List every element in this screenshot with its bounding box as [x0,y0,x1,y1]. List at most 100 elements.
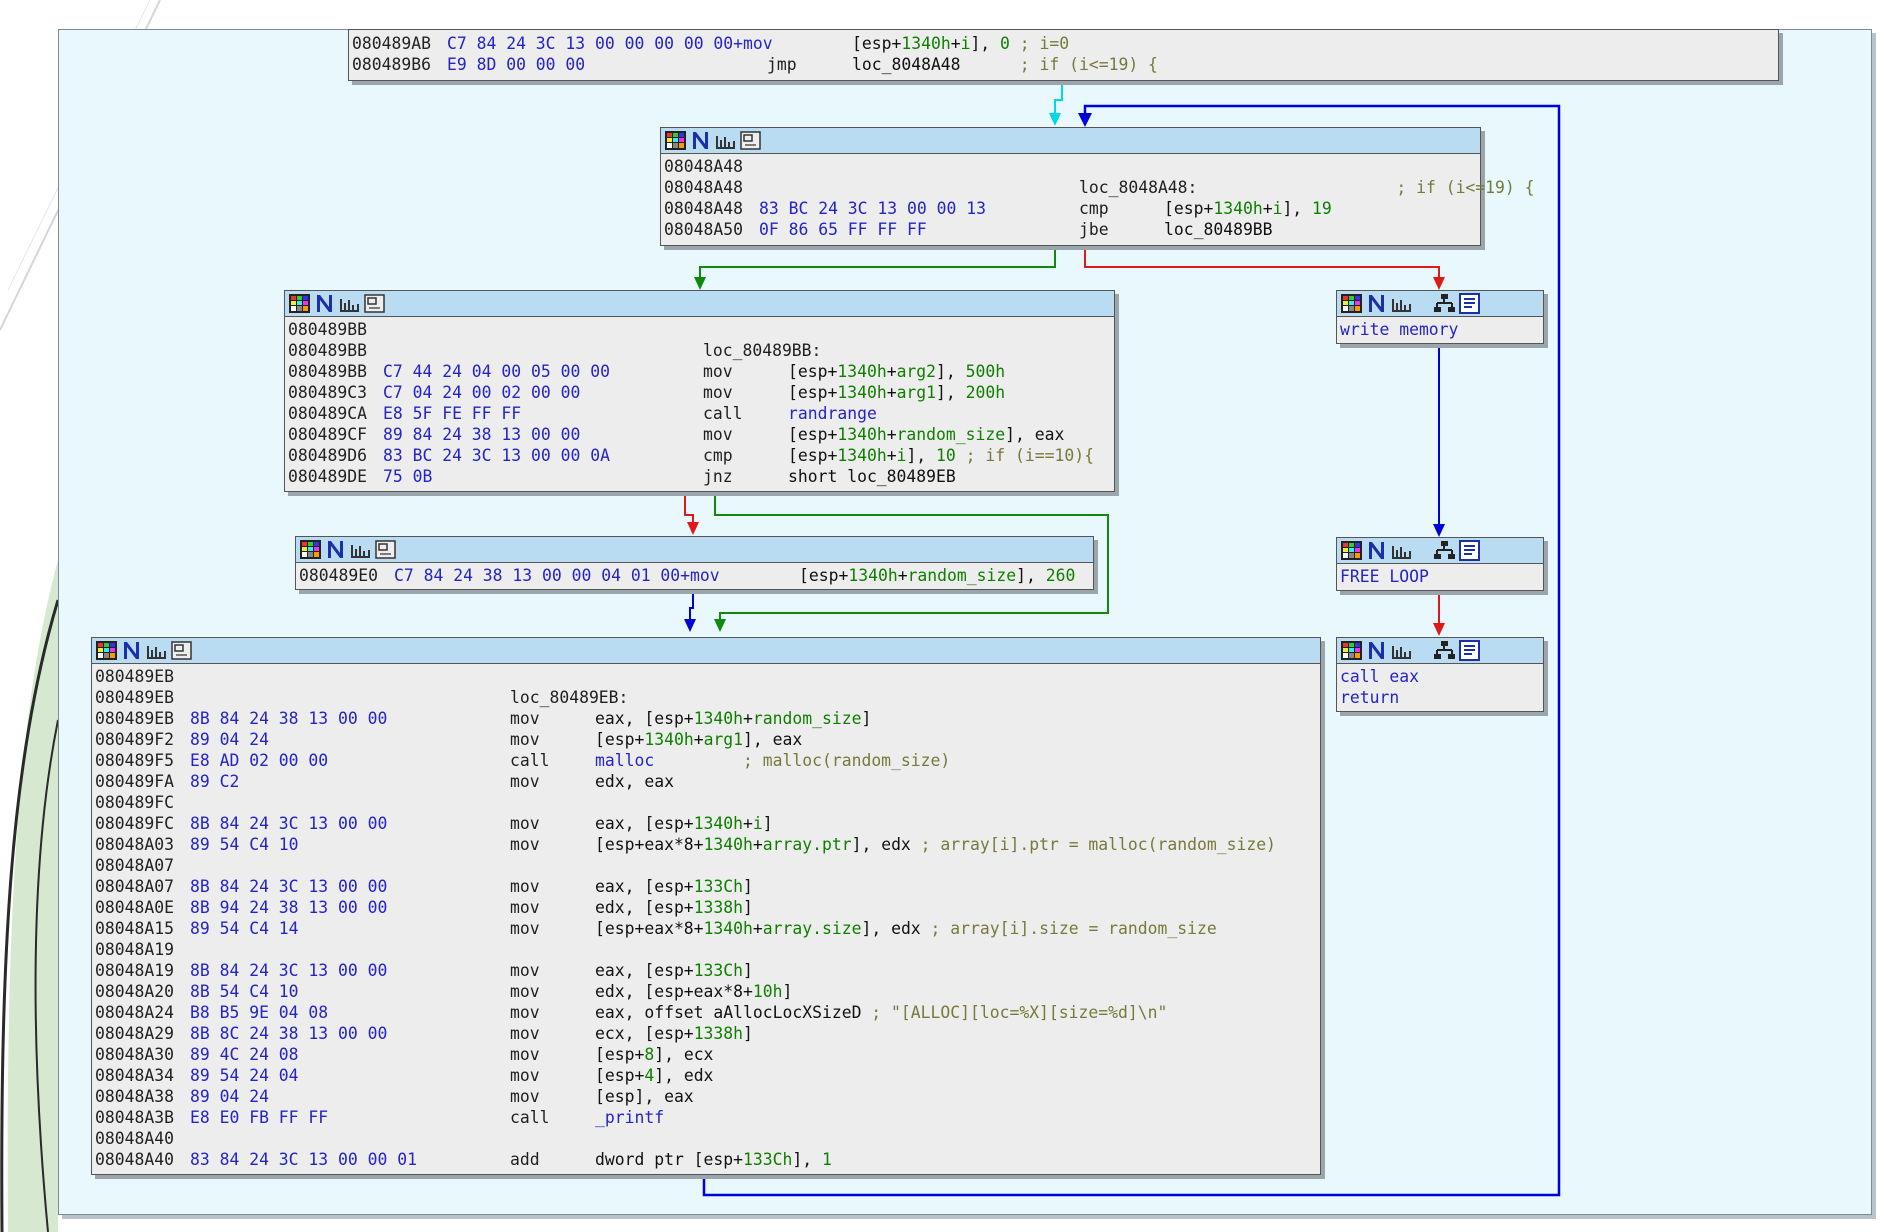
comment-icon[interactable] [1458,293,1481,314]
code-line[interactable]: 080489AB C7 84 24 3C 13 00 00 00 00 00+mo… [352,33,1776,54]
line-address: 080489EB [95,688,174,707]
code-line[interactable]: 08048A40 83 84 24 3C 13 00 00 01 add dword … [95,1149,1318,1170]
node-body-header[interactable] [285,291,1114,317]
code-line[interactable]: 08048A0E 8B 94 24 38 13 00 00 mov edx, [esp… [95,897,1318,918]
code-line[interactable]: 080489EB [95,666,1318,687]
comment-icon[interactable] [1458,640,1481,661]
xrefs-graph-icon[interactable] [1390,293,1413,314]
line-address: 08048A03 [95,835,174,854]
code-line[interactable]: 080489EB loc_80489EB: [95,687,1318,708]
node-name-icon[interactable] [313,293,336,314]
code-line[interactable]: 08048A24 B8 B5 9E 04 08 mov eax, offset aAl… [95,1002,1318,1023]
color-palette-icon[interactable] [1340,540,1363,561]
node-alloc[interactable]: 080489EB 080489EB loc_80489EB: 080489EB 8B 8… [91,637,1321,1175]
code-line[interactable]: 080489F5 E8 AD 02 00 00 call malloc ; mallo… [95,750,1318,771]
node-call-return[interactable]: call eax return [1336,637,1544,712]
code-line[interactable]: write memory [1340,319,1541,340]
operand-token: 133Ch [693,877,744,896]
code-line[interactable]: return [1340,687,1541,708]
node-write-memory[interactable]: write memory [1336,290,1544,344]
node-name-icon[interactable] [1365,293,1388,314]
code-line[interactable]: 08048A20 8B 54 C4 10 mov edx, [esp+eax*8+10… [95,981,1318,1002]
code-line[interactable]: FREE LOOP [1340,566,1541,587]
node-name-icon[interactable] [120,640,143,661]
code-line[interactable]: 08048A34 89 54 24 04 mov [esp+4], edx [95,1065,1318,1086]
code-line[interactable]: 08048A03 89 54 C4 10 mov [esp+eax*8+1340h+a… [95,834,1318,855]
code-line[interactable]: 08048A48 [664,156,1478,177]
code-line[interactable]: 08048A07 [95,855,1318,876]
xrefs-graph-icon[interactable] [338,293,361,314]
code-line[interactable]: 080489C3 C7 04 24 00 02 00 00 mov [esp+1340… [288,382,1112,403]
flowchart-icon[interactable] [1433,293,1456,314]
color-palette-icon[interactable] [95,640,118,661]
code-line[interactable]: 080489B6 E9 8D 00 00 00 jmp loc_8048A48 ; i… [352,54,1776,75]
code-line[interactable]: 080489CA E8 5F FE FF FF call randrange [288,403,1112,424]
operand-token: edx, eax [595,772,674,791]
comment-icon[interactable] [1458,540,1481,561]
node-entry[interactable]: 080489AB C7 84 24 3C 13 00 00 00 00 00+mo… [348,29,1779,81]
mnemonic: mov [510,898,540,917]
operand-token: [esp+ [799,566,849,585]
code-line[interactable]: 08048A40 [95,1128,1318,1149]
code-line[interactable]: 08048A19 [95,939,1318,960]
code-line[interactable]: 080489FA 89 C2 mov edx, eax [95,771,1318,792]
code-line[interactable]: 080489E0 C7 84 24 38 13 00 00 04 01 00+mo… [299,565,1091,586]
operand-token: [esp+ [788,362,838,381]
node-set-size-header[interactable] [296,537,1093,563]
restore-text-icon[interactable] [363,293,386,314]
code-line[interactable]: 080489D6 83 BC 24 3C 13 00 00 0A cmp [esp+1… [288,445,1112,466]
node-free-loop[interactable]: FREE LOOP [1336,537,1544,591]
code-line[interactable]: 08048A30 89 4C 24 08 mov [esp+8], ecx [95,1044,1318,1065]
restore-text-icon[interactable] [374,539,397,560]
color-palette-icon[interactable] [288,293,311,314]
flowchart-icon[interactable] [1433,640,1456,661]
node-name-icon[interactable] [324,539,347,560]
code-line[interactable]: 08048A15 89 54 C4 14 mov [esp+eax*8+1340h+a… [95,918,1318,939]
node-name-icon[interactable] [689,130,712,151]
code-line[interactable]: 080489BB C7 44 24 04 00 05 00 00 mov [esp+1… [288,361,1112,382]
node-free-loop-header[interactable] [1337,538,1543,564]
code-line[interactable]: 080489BB [288,319,1112,340]
code-line[interactable]: 08048A50 0F 86 65 FF FF FF jbe loc_80489BB [664,219,1478,240]
code-line[interactable]: 08048A48 loc_8048A48: ; if (i<=19) { [664,177,1535,198]
code-line[interactable]: 080489EB 8B 84 24 38 13 00 00 mov eax, [esp… [95,708,1318,729]
code-line[interactable]: 08048A29 8B 8C 24 38 13 00 00 mov ecx, [esp… [95,1023,1318,1044]
xrefs-graph-icon[interactable] [349,539,372,560]
xrefs-graph-icon[interactable] [1390,640,1413,661]
restore-text-icon[interactable] [170,640,193,661]
code-line[interactable]: 08048A19 8B 84 24 3C 13 00 00 mov eax, [esp… [95,960,1318,981]
opcode-bytes: 83 BC 24 3C 13 00 00 13 [759,199,986,218]
code-line[interactable]: 080489F2 89 04 24 mov [esp+1340h+arg1], eax [95,729,1318,750]
node-name-icon[interactable] [1365,640,1388,661]
mnemonic: add [510,1150,540,1169]
color-palette-icon[interactable] [1340,640,1363,661]
flowchart-icon[interactable] [1433,540,1456,561]
code-line[interactable]: 08048A3B E8 E0 FB FF FF call _printf [95,1107,1318,1128]
color-palette-icon[interactable] [664,130,687,151]
restore-text-icon[interactable] [739,130,762,151]
mnemonic: mov [510,814,540,833]
node-name-icon[interactable] [1365,540,1388,561]
xrefs-graph-icon[interactable] [145,640,168,661]
node-alloc-header[interactable] [92,638,1320,664]
xrefs-graph-icon[interactable] [1390,540,1413,561]
code-line[interactable]: 080489DE 75 0B jnz short loc_80489EB [288,466,1112,487]
node-set-size[interactable]: 080489E0 C7 84 24 38 13 00 00 04 01 00+mo… [295,536,1094,590]
xrefs-graph-icon[interactable] [714,130,737,151]
code-line[interactable]: 080489FC [95,792,1318,813]
code-line[interactable]: call eax [1340,666,1541,687]
node-write-memory-header[interactable] [1337,291,1543,317]
node-loop-check-header[interactable] [661,128,1480,154]
color-palette-icon[interactable] [1340,293,1363,314]
node-body[interactable]: 080489BB 080489BB loc_80489BB: 080489BB C7 4… [284,290,1115,492]
code-line[interactable]: 080489BB loc_80489BB: [288,340,1112,361]
node-call-return-header[interactable] [1337,638,1543,664]
code-line[interactable]: 08048A38 89 04 24 mov [esp], eax [95,1086,1318,1107]
code-line[interactable]: 08048A48 83 BC 24 3C 13 00 00 13 cmp [esp+1… [664,198,1478,219]
color-palette-icon[interactable] [299,539,322,560]
location-label: loc_80489EB: [510,688,629,707]
node-loop-check[interactable]: 08048A48 08048A48 loc_8048A48: ; if (i<=19… [660,127,1535,246]
code-line[interactable]: 080489FC 8B 84 24 3C 13 00 00 mov eax, [esp… [95,813,1318,834]
code-line[interactable]: 08048A07 8B 84 24 3C 13 00 00 mov eax, [esp… [95,876,1318,897]
code-line[interactable]: 080489CF 89 84 24 38 13 00 00 mov [esp+1340… [288,424,1112,445]
